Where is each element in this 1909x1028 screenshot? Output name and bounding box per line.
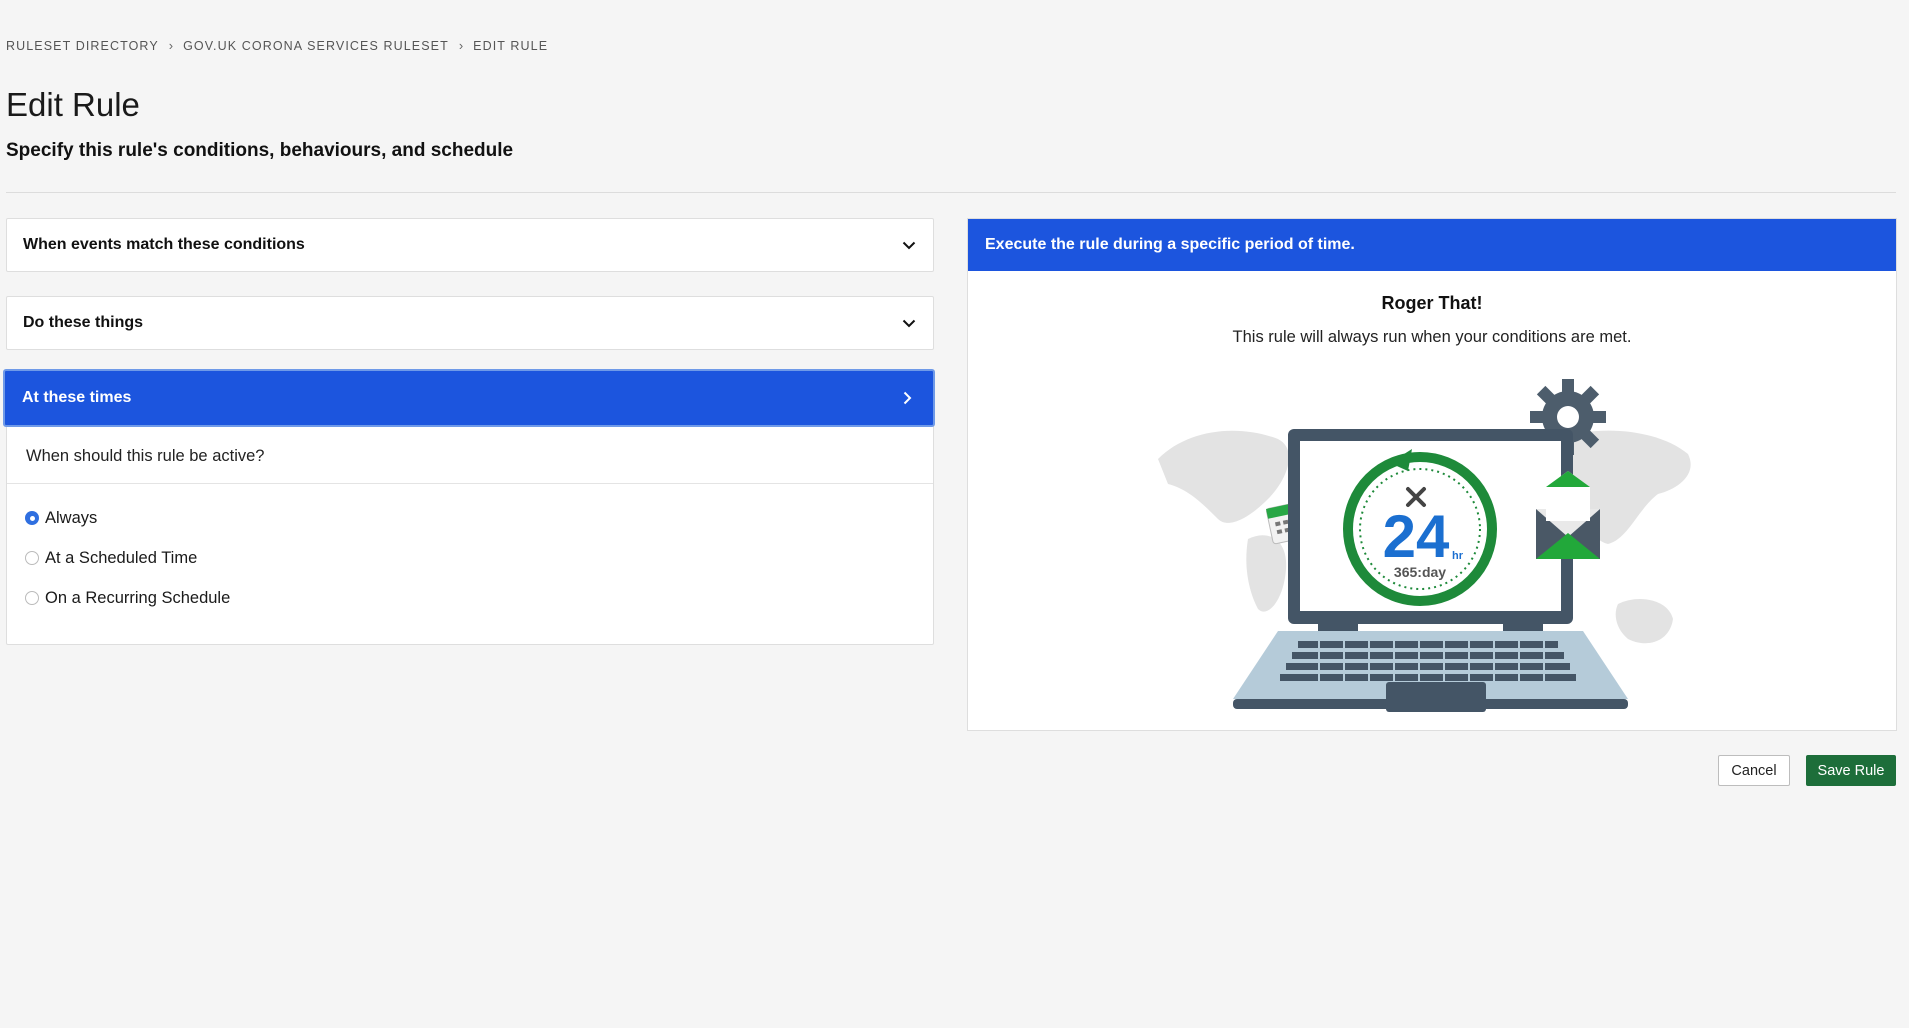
clock-caption: 365:day (1394, 564, 1446, 580)
radio-option-label: On a Recurring Schedule (45, 588, 231, 607)
schedule-options: Always At a Scheduled Time On a Recurrin… (7, 484, 933, 648)
laptop-24hr-illustration: 24 hr 365:day (1158, 379, 1691, 712)
breadcrumb: RULESET DIRECTORY › GOV.UK CORONA SERVIC… (6, 38, 548, 53)
radio-unchecked-icon[interactable] (25, 551, 39, 565)
page-title: Edit Rule (6, 86, 140, 123)
save-rule-button[interactable]: Save Rule (1806, 755, 1896, 786)
breadcrumb-separator: › (458, 38, 464, 53)
radio-option-label: At a Scheduled Time (45, 548, 198, 567)
schedule-panel-header[interactable]: At these times (3, 369, 935, 427)
page-subtitle: Specify this rule's conditions, behaviou… (6, 140, 514, 161)
laptop-trackpad (1386, 682, 1486, 712)
chevron-down-icon (902, 319, 916, 328)
radio-option-recurring-schedule[interactable]: On a Recurring Schedule (25, 578, 915, 618)
breadcrumb-ruleset-directory[interactable]: RULESET DIRECTORY (6, 39, 159, 53)
cancel-button[interactable]: Cancel (1718, 755, 1790, 786)
actions-panel-header[interactable]: Do these things (7, 297, 933, 349)
clock-number: 24 (1383, 503, 1450, 570)
radio-option-always[interactable]: Always (25, 498, 915, 538)
schedule-question: When should this rule be active? (7, 427, 933, 484)
conditions-panel-header[interactable]: When events match these conditions (7, 219, 933, 271)
clock-unit: hr (1452, 550, 1464, 562)
info-card-title: Roger That! (1381, 293, 1483, 313)
radio-option-label: Always (45, 508, 98, 527)
header-divider (6, 192, 1896, 193)
radio-checked-icon[interactable] (25, 511, 39, 525)
radio-option-scheduled-time[interactable]: At a Scheduled Time (25, 538, 915, 578)
breadcrumb-separator: › (168, 38, 174, 53)
actions-panel-label: Do these things (23, 314, 144, 331)
info-card-header: Execute the rule during a specific perio… (968, 219, 1896, 271)
conditions-panel-label: When events match these conditions (23, 236, 305, 253)
conditions-panel: When events match these conditions (6, 218, 934, 272)
breadcrumb-current: EDIT RULE (473, 38, 549, 53)
info-card-text: This rule will always run when your cond… (1232, 328, 1632, 346)
schedule-panel: At these times When should this rule be … (3, 369, 935, 648)
chevron-right-icon (903, 391, 912, 405)
chevron-down-icon (902, 241, 916, 250)
schedule-info-card: Execute the rule during a specific perio… (967, 218, 1897, 731)
breadcrumb-ruleset[interactable]: GOV.UK CORONA SERVICES RULESET (183, 39, 449, 53)
actions-panel: Do these things (6, 296, 934, 350)
radio-unchecked-icon[interactable] (25, 591, 39, 605)
schedule-panel-label: At these times (22, 389, 132, 406)
